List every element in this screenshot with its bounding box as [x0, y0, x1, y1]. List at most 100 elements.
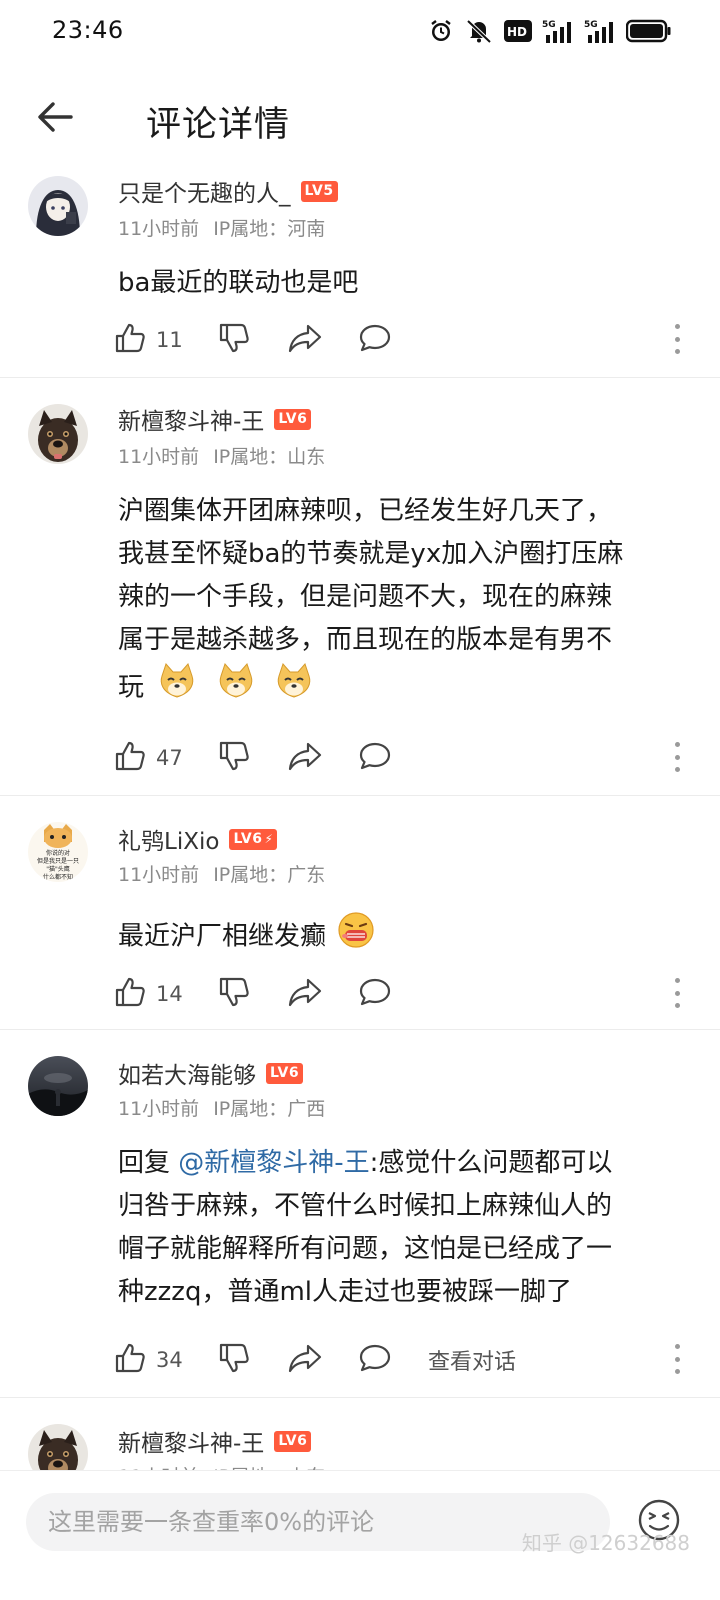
comment-detail-screen: 23:46 HD 5G 5G 评论详情 只是个无趣的人_ LV5 11小时前 I…	[0, 0, 720, 1600]
thumbs-down-icon	[218, 322, 250, 358]
dislike-button[interactable]	[218, 320, 250, 360]
username[interactable]: 新檀黎斗神-王	[118, 1424, 264, 1458]
avatar-text: 你说的对	[46, 849, 70, 857]
avatar[interactable]: 你说的对 但是我只是一只 "猫"头鹰 什么都不知	[28, 822, 88, 882]
avatar-text: 什么都不知	[43, 873, 73, 881]
username[interactable]: 新檀黎斗神-王	[118, 402, 264, 436]
comment-bubble-icon	[358, 741, 392, 775]
username[interactable]: 礼鸮LiXio	[118, 822, 219, 856]
comment-input-bar: 知乎 @12632688	[0, 1470, 720, 1600]
like-button[interactable]: 14	[114, 974, 183, 1014]
comment-text: 沪圈集体开团麻辣呗，已经发生好几天了， 我甚至怀疑ba的节奏就是yx加入沪圈打压…	[118, 490, 678, 714]
username[interactable]: 只是个无趣的人_	[118, 174, 291, 208]
hd-icon: HD	[504, 20, 532, 42]
comment-item: 新檀黎斗神-王 LV6 11小时前 IP属地：山东	[0, 1398, 720, 1478]
level-badge: LV6	[274, 408, 312, 430]
grimace-emoji-icon	[336, 910, 376, 964]
ip-location: IP属地：河南	[213, 218, 326, 240]
status-icons: HD 5G 5G	[428, 16, 672, 46]
more-options-button[interactable]	[670, 742, 684, 772]
like-count: 14	[156, 982, 183, 1006]
dislike-button[interactable]	[218, 1340, 250, 1380]
comment-meta: 11小时前 IP属地：山东	[118, 442, 325, 469]
thumbs-down-icon	[218, 1342, 250, 1378]
comment-text: 最近沪厂相继发癫	[118, 910, 678, 964]
comment-time: 11小时前	[118, 218, 200, 240]
comment-line: 沪圈集体开团麻辣呗，已经发生好几天了，	[118, 496, 613, 526]
username-row: 如若大海能够 LV6	[118, 1056, 304, 1090]
comment-line: 辣的一个手段，但是问题不大，现在的麻辣	[118, 582, 613, 612]
comment-line: 回复 @新檀黎斗神-王:感觉什么问题都可以	[118, 1142, 678, 1185]
mute-icon	[464, 18, 494, 44]
comment-actions: 47	[114, 738, 684, 778]
mention-link[interactable]: @新檀黎斗神-王	[178, 1148, 369, 1178]
share-icon	[288, 323, 322, 357]
comment-item: 你说的对 但是我只是一只 "猫"头鹰 什么都不知 礼鸮LiXio LV6 ⚡ 11…	[0, 796, 720, 1030]
comment-item: 只是个无趣的人_ LV5 11小时前 IP属地：河南 ba最近的联动也是吧 11	[0, 164, 720, 378]
more-options-button[interactable]	[670, 1344, 684, 1374]
reply-button[interactable]	[358, 320, 392, 360]
thumbs-down-icon	[218, 976, 250, 1012]
comment-line: 玩	[118, 672, 145, 703]
username-row: 礼鸮LiXio LV6 ⚡	[118, 822, 278, 856]
comment-meta: 11小时前 IP属地：广西	[118, 1094, 325, 1121]
dislike-button[interactable]	[218, 974, 250, 1014]
svg-text:5G: 5G	[584, 20, 598, 30]
comment-actions: 34 查看对话	[114, 1340, 684, 1380]
comment-line: 我甚至怀疑ba的节奏就是yx加入沪圈打压麻	[118, 539, 624, 569]
reply-button[interactable]	[358, 1340, 392, 1380]
avatar-text: 但是我只是一只	[37, 857, 79, 865]
avatar-text: "猫"头鹰	[46, 865, 70, 873]
comment-bubble-icon	[358, 1343, 392, 1377]
more-options-button[interactable]	[670, 324, 684, 354]
share-button[interactable]	[288, 1340, 322, 1380]
thumbs-up-icon	[114, 1342, 146, 1378]
avatar[interactable]	[28, 404, 88, 464]
reply-prefix: 回复	[118, 1148, 179, 1178]
comment-time: 11小时前	[118, 1098, 200, 1120]
comment-bubble-icon	[358, 323, 392, 357]
more-options-button[interactable]	[670, 978, 684, 1008]
share-button[interactable]	[288, 738, 322, 778]
comment-time: 11小时前	[118, 446, 200, 468]
ip-location: IP属地：山东	[213, 446, 326, 468]
doge-emoji-icon	[158, 662, 196, 714]
avatar[interactable]	[28, 176, 88, 236]
signal-5g-icon: 5G	[542, 18, 574, 44]
like-button[interactable]: 47	[114, 738, 183, 778]
signal-5g-icon: 5G	[584, 18, 616, 44]
comment-line: 种zzzq，普通ml人走过也要被踩一脚了	[118, 1277, 572, 1307]
avatar[interactable]	[28, 1056, 88, 1116]
dislike-button[interactable]	[218, 738, 250, 778]
reply-button[interactable]	[358, 974, 392, 1014]
username[interactable]: 如若大海能够	[118, 1056, 256, 1090]
view-conversation-button[interactable]: 查看对话	[428, 1340, 516, 1380]
like-button[interactable]: 11	[114, 320, 183, 360]
thumbs-down-icon	[218, 740, 250, 776]
ip-location: IP属地：广西	[213, 1098, 326, 1120]
doge-emoji-icon	[217, 662, 255, 714]
comment-actions: 11	[114, 320, 684, 360]
view-conversation-label: 查看对话	[428, 1350, 517, 1375]
username-row: 只是个无趣的人_ LV5	[118, 174, 338, 208]
comment-meta: 11小时前 IP属地：广东	[118, 860, 325, 887]
share-icon	[288, 977, 322, 1011]
level-badge: LV5	[300, 180, 338, 202]
svg-text:HD: HD	[507, 25, 527, 39]
ip-location: IP属地：广东	[213, 864, 326, 886]
comment-item: 如若大海能够 LV6 11小时前 IP属地：广西 回复 @新檀黎斗神-王:感觉什…	[0, 1030, 720, 1398]
comment-line: 帽子就能解释所有问题，这怕是已经成了一	[118, 1234, 613, 1264]
share-icon	[288, 741, 322, 775]
back-button[interactable]	[26, 90, 84, 148]
watermark: 知乎 @12632688	[521, 1531, 690, 1555]
page-title: 评论详情	[146, 105, 291, 145]
thumbs-up-icon	[114, 740, 146, 776]
share-button[interactable]	[288, 320, 322, 360]
like-button[interactable]: 34	[114, 1340, 183, 1380]
reply-button[interactable]	[358, 738, 392, 778]
thumbs-up-icon	[114, 322, 146, 358]
share-button[interactable]	[288, 974, 322, 1014]
level-badge: LV6	[266, 1062, 304, 1084]
doge-emoji-icon	[275, 662, 313, 714]
level-badge: LV6	[274, 1430, 312, 1452]
